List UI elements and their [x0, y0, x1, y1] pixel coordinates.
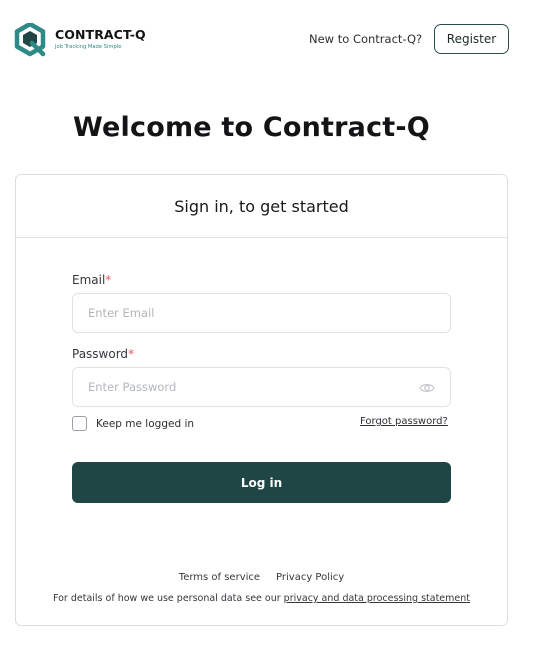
forgot-password-link[interactable]: Forgot password?	[360, 416, 448, 427]
eye-icon[interactable]	[419, 380, 435, 396]
privacy-note-text: For details of how we use personal data …	[52, 593, 284, 604]
keep-logged-in-checkbox[interactable]	[72, 416, 87, 431]
keep-logged-in-row: Keep me logged in	[72, 416, 194, 431]
email-label-text: Email	[72, 273, 106, 287]
card-title: Sign in, to get started	[174, 196, 349, 216]
password-label-text: Password	[72, 347, 129, 361]
sign-in-card: Sign in, to get started Email* Password*…	[15, 174, 508, 626]
login-button[interactable]: Log in	[72, 462, 451, 503]
required-mark: *	[128, 347, 135, 361]
password-field[interactable]	[73, 368, 450, 406]
privacy-policy-link[interactable]: Privacy Policy	[276, 572, 344, 583]
brand-name: CONTRACT-Q	[55, 27, 146, 42]
terms-of-service-link[interactable]: Terms of service	[179, 572, 260, 583]
brand-tagline: Job Tracking Made Simple	[55, 44, 122, 50]
keep-logged-in-label: Keep me logged in	[96, 417, 195, 430]
new-to-text: New to Contract-Q?	[309, 32, 423, 46]
email-field-box	[72, 293, 451, 333]
footer-links: Terms of service Privacy Policy	[16, 572, 507, 583]
page-title: Welcome to Contract-Q	[73, 112, 430, 143]
email-field[interactable]	[73, 294, 450, 332]
register-button[interactable]: Register	[434, 24, 509, 54]
contract-q-logo-icon[interactable]	[14, 23, 46, 57]
card-header: Sign in, to get started	[16, 175, 507, 238]
privacy-note: For details of how we use personal data …	[16, 593, 507, 604]
top-bar: CONTRACT-Q Job Tracking Made Simple New …	[0, 0, 551, 80]
password-field-box	[72, 367, 451, 407]
password-label: Password*	[72, 347, 134, 361]
required-mark: *	[105, 273, 112, 287]
email-label: Email*	[72, 273, 111, 287]
privacy-statement-link[interactable]: privacy and data processing statement	[284, 593, 470, 604]
